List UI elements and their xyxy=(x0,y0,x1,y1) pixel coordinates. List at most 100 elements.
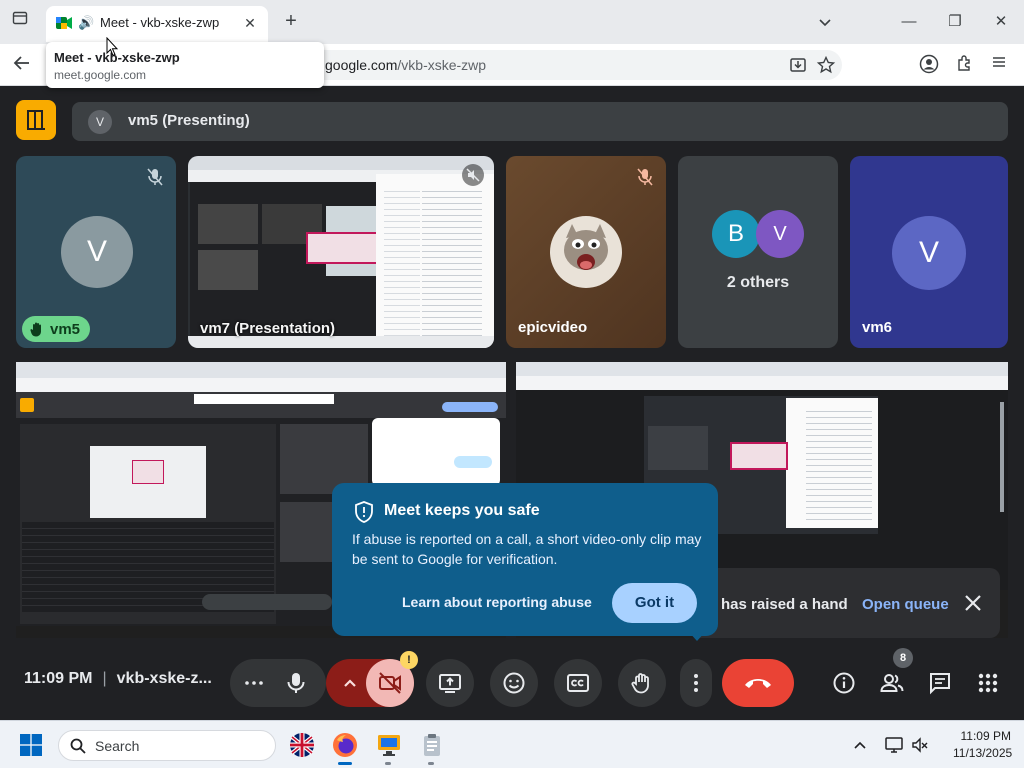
search-icon xyxy=(70,738,86,754)
menu-icon[interactable] xyxy=(988,54,1010,76)
network-icon[interactable] xyxy=(884,735,904,755)
avatar: V xyxy=(892,216,966,290)
tooltip-url: meet.google.com xyxy=(54,68,147,82)
system-date: 11/13/2025 xyxy=(953,746,1013,760)
present-screen-button[interactable] xyxy=(426,659,474,707)
browser-tab-meet[interactable]: 🔊 Meet - vkb-xske-zwp ✕ xyxy=(46,6,268,42)
presenting-bar[interactable]: V vm5 (Presenting) xyxy=(72,102,1008,141)
back-arrow-icon[interactable] xyxy=(10,53,34,77)
chevron-up-icon[interactable] xyxy=(338,671,362,695)
close-toast-icon[interactable] xyxy=(964,592,982,618)
got-it-button[interactable]: Got it xyxy=(612,583,697,623)
more-audio-options-icon[interactable] xyxy=(242,671,266,695)
search-label: Search xyxy=(95,738,140,754)
extensions-icon[interactable] xyxy=(954,54,976,76)
meeting-controls-bar: 11:09 PM | vkb-xske-z... ! 8 xyxy=(0,648,1024,720)
minimize-button[interactable]: — xyxy=(896,10,922,34)
meet-stage: V vm5 (Presenting) V vm5 vm7 (Presentati… xyxy=(0,86,1024,720)
maximize-button[interactable]: ❐ xyxy=(942,10,968,34)
popup-pointer xyxy=(688,631,706,641)
mic-off-icon xyxy=(147,168,163,186)
raised-hand-message: has raised a hand xyxy=(721,596,848,613)
presenter-avatar: V xyxy=(88,110,112,134)
browser-tab-strip: 🔊 Meet - vkb-xske-zwp ✕ + — ❐ ✕ xyxy=(0,0,1024,44)
reactions-button[interactable] xyxy=(490,659,538,707)
activities-grid-icon[interactable] xyxy=(975,670,1001,696)
window-close-button[interactable]: ✕ xyxy=(988,10,1014,34)
install-app-icon[interactable] xyxy=(788,55,808,75)
emoji-icon xyxy=(503,672,525,694)
uk-flag-app-icon[interactable] xyxy=(288,731,316,759)
participant-tile-vm7-presentation[interactable]: vm7 (Presentation) xyxy=(188,156,494,348)
participant-name: vm7 (Presentation) xyxy=(200,320,336,337)
volume-off-icon xyxy=(462,164,484,186)
camera-warning-badge: ! xyxy=(400,651,418,669)
system-clock[interactable]: 11:09 PM 11/13/2025 xyxy=(953,729,1013,760)
popup-title: Meet keeps you safe xyxy=(384,502,540,519)
video-control-group: ! xyxy=(326,651,418,707)
hand-icon xyxy=(30,322,41,337)
taskbar-search-box[interactable]: Search xyxy=(58,730,276,761)
popup-body: If abuse is reported on a call, a short … xyxy=(352,531,702,567)
others-count-label: 2 others xyxy=(726,274,790,291)
meet-safety-popup: Meet keeps you safe If abuse is reported… xyxy=(332,483,718,641)
bookmark-star-icon[interactable] xyxy=(816,55,836,75)
avatar: B xyxy=(712,210,760,258)
address-url: google.com/vkb-xske-zwp xyxy=(325,57,487,73)
participant-name: vm6 xyxy=(862,319,893,336)
more-vert-icon xyxy=(694,674,698,692)
cat-avatar-image xyxy=(550,216,622,288)
avatar: V xyxy=(61,216,133,288)
windows-start-icon[interactable] xyxy=(20,734,42,756)
present-screen-icon xyxy=(439,674,461,693)
shield-icon xyxy=(355,501,373,523)
tab-close-icon[interactable]: ✕ xyxy=(240,13,260,33)
profile-icon[interactable] xyxy=(918,54,940,76)
meeting-time: 11:09 PM xyxy=(24,670,93,687)
tab-hover-tooltip: Meet - vkb-xske-zwp meet.google.com xyxy=(46,42,324,88)
firefox-icon[interactable] xyxy=(331,731,359,759)
clipboard-app-icon[interactable] xyxy=(418,731,446,759)
captions-icon xyxy=(567,674,589,692)
captions-button[interactable] xyxy=(554,659,602,707)
leave-call-button[interactable] xyxy=(722,659,794,707)
open-queue-link[interactable]: Open queue xyxy=(862,596,949,613)
end-call-icon xyxy=(745,679,771,688)
participant-tile-epicvideo[interactable]: epicvideo xyxy=(506,156,666,348)
more-options-button[interactable] xyxy=(680,659,712,707)
participant-name: epicvideo xyxy=(518,319,588,336)
chat-icon[interactable] xyxy=(927,670,953,696)
hand-icon xyxy=(631,673,649,694)
remote-desktop-icon[interactable] xyxy=(375,731,403,759)
raise-hand-button[interactable] xyxy=(618,659,666,707)
participant-tile-vm5[interactable]: V vm5 xyxy=(16,156,176,348)
presentation-icon xyxy=(27,110,45,130)
meet-favicon-icon xyxy=(56,17,72,29)
raised-hand-toast: has raised a hand Open queue xyxy=(700,568,1000,638)
people-count-badge: 8 xyxy=(893,648,913,668)
mouse-cursor-icon xyxy=(106,37,118,57)
learn-reporting-link[interactable]: Learn about reporting abuse xyxy=(402,594,592,610)
meeting-code: vkb-xske-z... xyxy=(116,670,212,687)
meeting-info: 11:09 PM | vkb-xske-z... xyxy=(24,670,212,687)
volume-muted-icon[interactable] xyxy=(910,735,930,755)
meeting-details-icon[interactable] xyxy=(831,670,857,696)
audio-control-group xyxy=(230,659,326,707)
participant-name: vm5 xyxy=(50,320,81,338)
new-tab-button[interactable]: + xyxy=(280,10,302,32)
presentation-toggle-button[interactable] xyxy=(16,100,56,140)
presenting-label: vm5 (Presenting) xyxy=(128,112,250,129)
windows-taskbar: Search 11:09 PM 11/13/2025 xyxy=(0,720,1024,768)
tab-title: Meet - vkb-xske-zwp xyxy=(100,15,220,30)
speaker-icon[interactable]: 🔊 xyxy=(78,15,94,31)
tab-list-icon[interactable] xyxy=(8,10,32,34)
raised-hand-chip: vm5 xyxy=(22,316,91,342)
participant-tile-others[interactable]: B V 2 others xyxy=(678,156,838,348)
mic-off-icon xyxy=(637,168,653,186)
people-icon[interactable] xyxy=(879,670,905,696)
chevron-down-icon[interactable] xyxy=(814,12,836,34)
chevron-up-icon[interactable] xyxy=(852,737,868,753)
participant-tile-vm6[interactable]: V vm6 xyxy=(850,156,1008,348)
microphone-icon[interactable] xyxy=(282,669,310,697)
active-app-indicator xyxy=(338,762,352,765)
